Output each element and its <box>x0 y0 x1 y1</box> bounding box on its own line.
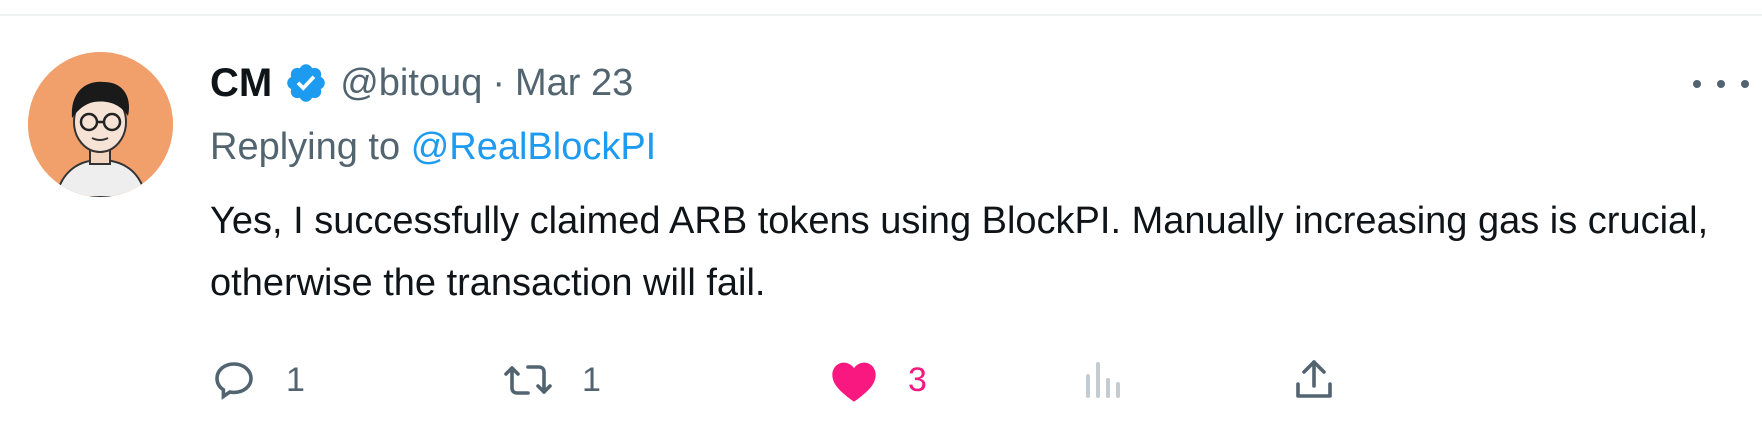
more-options-icon[interactable] <box>1693 64 1749 104</box>
user-handle[interactable]: @bitouq <box>340 62 482 105</box>
replying-to: Replying to @RealBlockPI <box>210 126 656 169</box>
retweet-button[interactable]: 1 <box>502 350 601 410</box>
reply-count: 1 <box>286 360 305 399</box>
views-icon <box>1086 362 1120 398</box>
heart-icon <box>832 362 876 402</box>
action-bar: 1 1 3 <box>210 350 1510 410</box>
like-button[interactable]: 3 <box>828 350 927 410</box>
display-name[interactable]: CM <box>210 61 272 106</box>
share-icon <box>1296 360 1332 398</box>
reply-button[interactable]: 1 <box>210 350 305 410</box>
share-button[interactable] <box>1290 350 1338 410</box>
views-button[interactable] <box>1082 350 1122 410</box>
retweet-icon <box>504 365 552 395</box>
tweet-card[interactable]: CM @bitouq · Mar 23 Replying to @RealBlo… <box>0 0 1762 426</box>
divider <box>0 14 1762 16</box>
tweet-date[interactable]: Mar 23 <box>515 62 633 105</box>
retweet-count: 1 <box>582 360 601 399</box>
tweet-text: Yes, I successfully claimed ARB tokens u… <box>210 200 1709 304</box>
avatar[interactable] <box>28 52 173 197</box>
replying-prefix: Replying to <box>210 126 401 168</box>
verified-badge-icon <box>284 61 328 105</box>
like-count: 3 <box>908 360 927 399</box>
separator-dot: · <box>492 61 505 104</box>
tweet-header: CM @bitouq · Mar 23 <box>210 58 633 108</box>
mention-link[interactable]: @RealBlockPI <box>411 126 657 168</box>
reply-icon <box>215 362 253 400</box>
avatar-image <box>28 52 173 197</box>
